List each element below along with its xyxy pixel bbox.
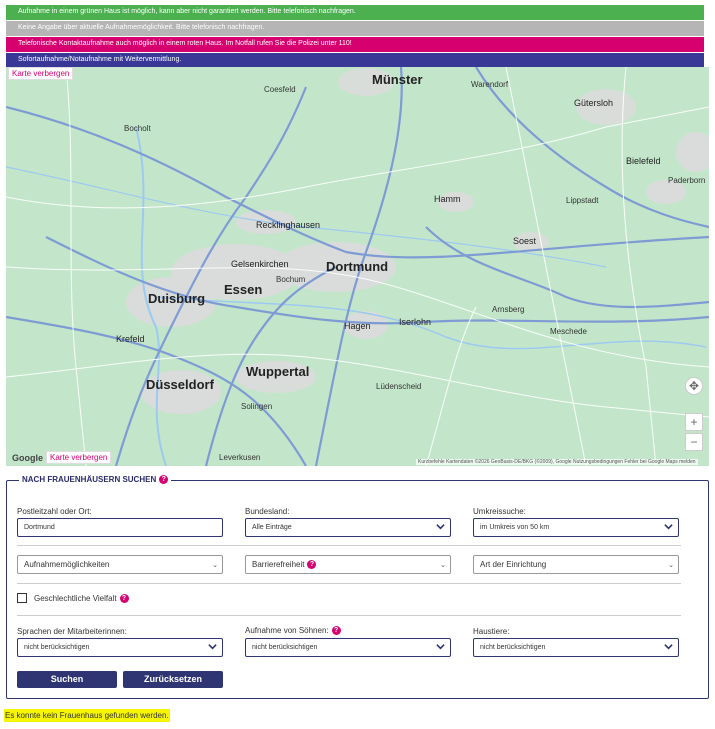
- help-icon[interactable]: ?: [119, 594, 129, 604]
- city-label-dortmund: Dortmund: [326, 259, 389, 274]
- sprachen-value: nicht berücksichtigen: [24, 644, 90, 651]
- zoom-in-button[interactable]: +: [685, 413, 703, 431]
- fullscreen-icon[interactable]: ✥: [685, 377, 703, 395]
- city-label: Paderborn: [668, 176, 706, 185]
- chevron-down-icon: [436, 524, 445, 530]
- city-label: Coesfeld: [264, 85, 296, 94]
- city-label: Gelsenkirchen: [231, 259, 289, 269]
- city-label: Warendorf: [471, 80, 509, 89]
- divider: [17, 583, 681, 584]
- city-label: Krefeld: [116, 334, 145, 344]
- umkreis-value: im Umkreis von 50 km: [480, 524, 550, 531]
- city-label: Arnsberg: [492, 305, 525, 314]
- sprachen-select[interactable]: nicht berücksichtigen: [17, 638, 223, 657]
- plz-input[interactable]: Dortmund: [17, 518, 223, 537]
- help-icon[interactable]: ?: [307, 560, 317, 570]
- search-form: NACH FRAUENHÄUSERN SUCHEN? Postleitzahl …: [6, 475, 709, 699]
- city-label: Iserlohn: [399, 317, 432, 327]
- banner-green: Aufnahme in einem grünen Haus ist möglic…: [6, 5, 704, 20]
- aufnahme-value: Aufnahmemöglichkeiten: [24, 560, 110, 569]
- aufnahme-select[interactable]: Aufnahmemöglichkeiten ⌄: [17, 555, 223, 574]
- result-message: Es konnte kein Frauenhaus gefunden werde…: [4, 709, 170, 722]
- bundesland-select[interactable]: Alle Einträge: [245, 518, 451, 537]
- city-label-essen: Essen: [224, 282, 263, 297]
- city-label: Bocholt: [124, 124, 151, 133]
- chevron-down-icon: [664, 644, 673, 650]
- art-select[interactable]: Art der Einrichtung ⌄: [473, 555, 679, 574]
- city-label-duisburg: Duisburg: [148, 291, 206, 306]
- banner-red: Telefonische Kontaktaufnahme auch möglic…: [6, 37, 704, 52]
- vielfalt-checkbox[interactable]: [17, 593, 27, 603]
- city-label: Hamm: [434, 194, 461, 204]
- haustiere-select[interactable]: nicht berücksichtigen: [473, 638, 679, 657]
- haustiere-label: Haustiere:: [473, 627, 510, 636]
- city-label: Soest: [513, 236, 537, 246]
- chevron-down-icon: ⌄: [668, 562, 674, 569]
- divider: [17, 615, 681, 616]
- city-label: Bielefeld: [626, 156, 661, 166]
- hide-map-button-top[interactable]: Karte verbergen: [8, 67, 74, 80]
- soehne-select[interactable]: nicht berücksichtigen: [245, 638, 451, 657]
- chevron-down-icon: [436, 644, 445, 650]
- city-label: Solingen: [241, 402, 273, 411]
- city-label: Lippstadt: [566, 196, 599, 205]
- help-icon[interactable]: ?: [159, 475, 169, 485]
- city-label: Meschede: [550, 327, 587, 336]
- map-attribution: Kurzbefehle Kartendaten ©2026 GeoBasis-D…: [416, 459, 698, 465]
- barriere-value: Barrierefreiheit: [252, 560, 305, 569]
- city-label: Bochum: [276, 275, 306, 284]
- bundesland-label: Bundesland:: [245, 507, 290, 516]
- google-logo: Google: [12, 453, 43, 463]
- hide-map-button-bottom[interactable]: Karte verbergen: [46, 451, 112, 464]
- chevron-down-icon: [208, 644, 217, 650]
- zoom-out-button[interactable]: −: [685, 433, 703, 451]
- umkreis-label: Umkreissuche:: [473, 507, 526, 516]
- umkreis-select[interactable]: im Umkreis von 50 km: [473, 518, 679, 537]
- divider: [17, 545, 681, 546]
- barriere-select[interactable]: Barrierefreiheit? ⌄: [245, 555, 451, 574]
- chevron-down-icon: [664, 524, 673, 530]
- legend-banners: Aufnahme in einem grünen Haus ist möglic…: [6, 5, 704, 69]
- city-label: Lüdenscheid: [376, 382, 422, 391]
- search-title: NACH FRAUENHÄUSERN SUCHEN?: [19, 475, 172, 485]
- city-label-duesseldorf: Düsseldorf: [146, 377, 214, 392]
- city-label: Hagen: [344, 321, 371, 331]
- city-label: Leverkusen: [219, 453, 261, 462]
- art-value: Art der Einrichtung: [480, 560, 547, 569]
- chevron-down-icon: ⌄: [212, 562, 218, 569]
- banner-blue: Sofortaufnahme/Notaufnahme mit Weiterver…: [6, 53, 704, 68]
- sprachen-label: Sprachen der Mitarbeiterinnen:: [17, 627, 127, 636]
- reset-button[interactable]: Zurücksetzen: [123, 671, 223, 688]
- city-label-wuppertal: Wuppertal: [246, 364, 310, 379]
- chevron-down-icon: ⌄: [440, 562, 446, 569]
- haustiere-value: nicht berücksichtigen: [480, 644, 546, 651]
- vielfalt-label: Geschlechtliche Vielfalt?: [34, 594, 129, 604]
- city-label-muenster: Münster: [372, 72, 423, 87]
- city-label: Recklinghausen: [256, 220, 321, 230]
- banner-grey: Keine Angabe über aktuelle Aufnahmemögli…: [6, 21, 704, 36]
- bundesland-value: Alle Einträge: [252, 524, 292, 531]
- plz-label: Postleitzahl oder Ort:: [17, 507, 92, 516]
- search-button[interactable]: Suchen: [17, 671, 117, 688]
- soehne-label: Aufnahme von Söhnen:?: [245, 626, 341, 636]
- help-icon[interactable]: ?: [331, 626, 341, 636]
- soehne-value: nicht berücksichtigen: [252, 644, 318, 651]
- city-label: Gütersloh: [574, 98, 614, 108]
- map-view[interactable]: Karte verbergen Münster Dortmund Duisbur…: [6, 67, 709, 466]
